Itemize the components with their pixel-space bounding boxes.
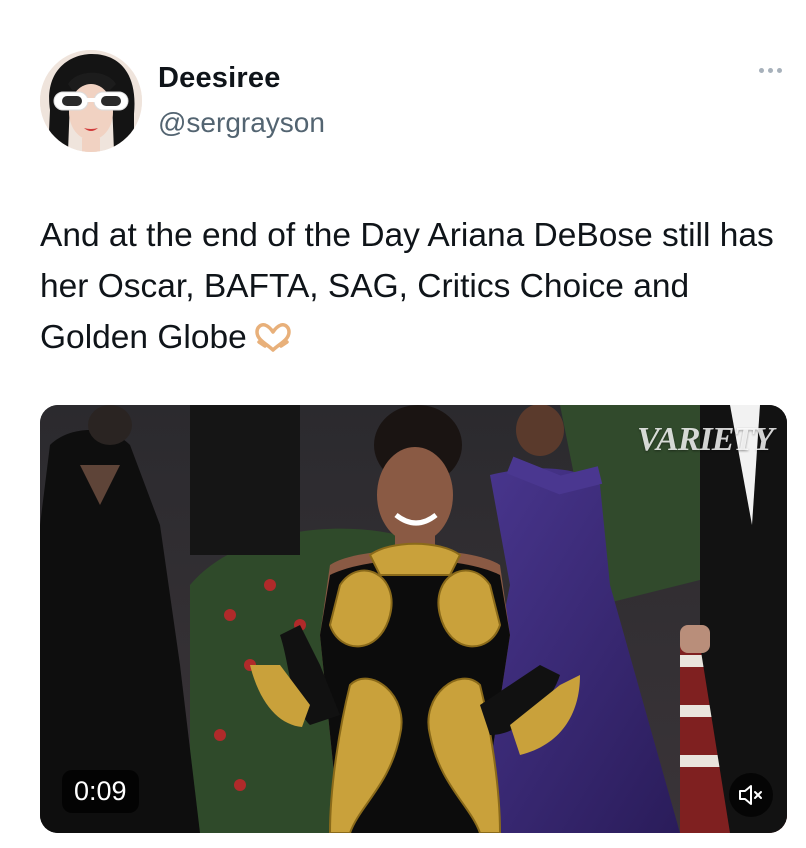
display-name[interactable]: Deesiree <box>158 62 281 95</box>
user-handle[interactable]: @sergrayson <box>158 107 325 139</box>
avatar[interactable] <box>40 50 142 152</box>
more-options-icon[interactable] <box>759 68 782 73</box>
variety-watermark: VARIETY <box>637 421 774 458</box>
more-dot <box>777 68 782 73</box>
speaker-muted-icon <box>739 785 762 805</box>
heart-hands-emoji-icon <box>253 316 293 367</box>
video-duration: 0:09 <box>62 770 139 813</box>
video-frame <box>40 405 787 833</box>
video-player[interactable]: VARIETY 0:09 <box>40 405 787 833</box>
more-dot <box>768 68 773 73</box>
tweet-body: And at the end of the Day Ariana DeBose … <box>40 217 774 356</box>
tweet-text: And at the end of the Day Ariana DeBose … <box>40 210 780 367</box>
more-dot <box>759 68 764 73</box>
mute-button[interactable] <box>729 773 773 817</box>
